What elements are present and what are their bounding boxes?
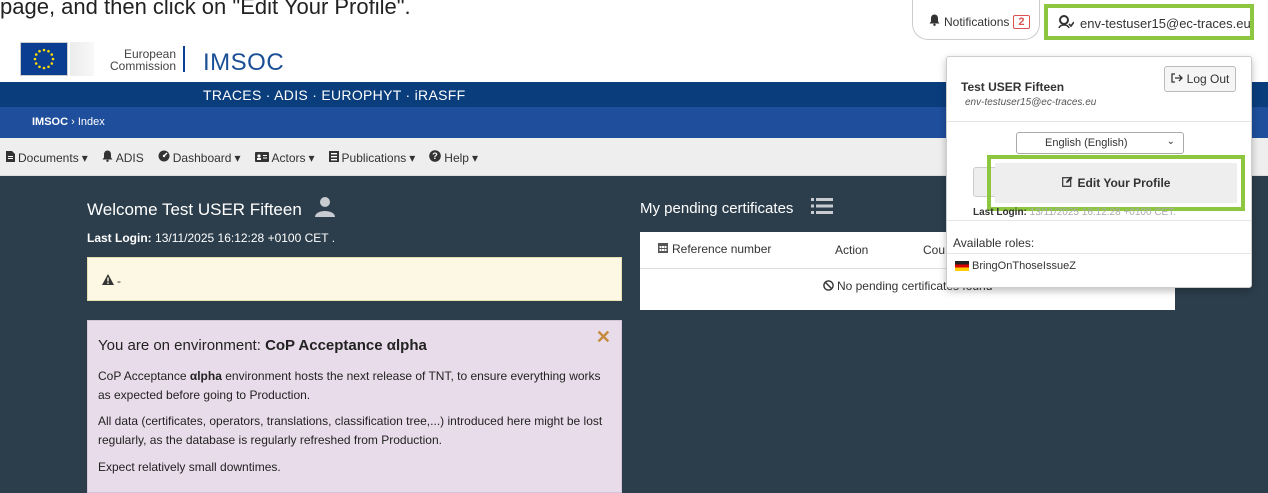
document-icon: [6, 150, 15, 165]
menu-adis-label: ADIS: [115, 150, 144, 165]
welcome-title: Welcome Test USER Fifteen: [87, 199, 302, 219]
user-icon: [1058, 15, 1075, 32]
env-p1-bold: αlpha: [189, 369, 222, 383]
environment-paragraph-1: CoP Acceptance αlpha environment hosts t…: [98, 367, 608, 405]
environment-title-prefix: You are on environment:: [98, 337, 261, 354]
breadcrumb: IMSOC › Index: [32, 116, 105, 128]
dropdown-user-email: env-testuser15@ec-traces.eu: [965, 97, 1097, 108]
systems-links[interactable]: TRACES · ADIS · EUROPHYT · iRASFF: [203, 87, 465, 103]
warning-alert: -: [87, 257, 622, 301]
eu-flag-logo: [20, 42, 68, 76]
caret-down-icon: ▾: [234, 150, 241, 165]
menu-publications[interactable]: Publications ▾: [328, 150, 416, 165]
edit-profile-label: Edit Your Profile: [1077, 176, 1171, 190]
menu-actors[interactable]: Actors ▾: [254, 150, 315, 165]
list-icon: [811, 197, 834, 219]
menu-help-label: Help: [444, 150, 469, 165]
environment-paragraph-3: Expect relatively small downtimes.: [98, 460, 281, 474]
divider: [947, 220, 1251, 221]
org-name: European Commission: [104, 48, 176, 72]
caret-down-icon: ▾: [409, 150, 416, 165]
divider: [947, 121, 1251, 122]
caret-down-icon: ▾: [81, 150, 88, 165]
environment-paragraph-2: All data (certificates, operators, trans…: [98, 414, 603, 447]
menu-publications-label: Publications: [341, 150, 407, 165]
welcome-heading: Welcome Test USER Fifteen: [87, 196, 336, 223]
warning-text: -: [117, 274, 121, 288]
menu-documents-label: Documents: [18, 150, 79, 165]
column-country[interactable]: Cou: [923, 243, 945, 257]
sign-out-icon: [1170, 72, 1183, 86]
notifications-count-badge: 2: [1013, 14, 1030, 29]
environment-name: CoP Acceptance αlpha: [265, 337, 427, 354]
user-avatar-icon: [314, 196, 336, 223]
last-login-label: Last Login:: [87, 231, 152, 245]
menu-dashboard[interactable]: Dashboard ▾: [158, 150, 241, 165]
role-name: BringOnThoseIssueZ: [972, 260, 1076, 272]
pending-certificates-title: My pending certificates: [640, 199, 794, 217]
caret-down-icon: ▾: [308, 150, 315, 165]
edit-profile-button[interactable]: Edit Your Profile: [995, 163, 1237, 203]
app-title[interactable]: IMSOC: [203, 49, 284, 77]
last-login: Last Login: 13/11/2025 16:12:28 +0100 CE…: [87, 231, 335, 245]
menu-actors-label: Actors: [271, 150, 306, 165]
org-line2: Commission: [109, 59, 176, 73]
logout-button[interactable]: Log Out: [1164, 66, 1236, 92]
logo-shade: [70, 42, 94, 76]
dropdown-last-login-value: 13/11/2025 16:12:28 +0100 CET.: [1029, 207, 1176, 218]
user-email: env-testuser15@ec-traces.eu: [1080, 16, 1251, 31]
breadcrumb-separator: ›: [71, 116, 75, 128]
germany-flag-icon: [955, 261, 969, 271]
calendar-icon: [658, 242, 668, 256]
instruction-text: page, and then click on "Edit Your Profi…: [0, 0, 411, 19]
column-reference-number-label: Reference number: [672, 242, 772, 256]
notifications-button[interactable]: Notifications 2: [912, 0, 1040, 40]
question-icon: ?: [429, 150, 442, 165]
breadcrumb-current: Index: [77, 116, 105, 128]
menu-adis[interactable]: ADIS: [102, 150, 144, 165]
divider: [947, 253, 1251, 254]
menu-documents[interactable]: Documents ▾: [6, 150, 88, 165]
svg-text:?: ?: [433, 151, 439, 161]
id-card-icon: [254, 151, 269, 165]
env-p1-prefix: CoP Acceptance: [98, 369, 190, 383]
pending-certificates-heading: My pending certificates: [640, 197, 834, 219]
bell-icon: [102, 150, 113, 165]
chevron-down-icon: ⌄: [1166, 136, 1175, 147]
dashboard-icon: [158, 150, 170, 165]
ban-icon: [822, 279, 834, 293]
warning-icon: [102, 274, 114, 288]
dropdown-last-login: Last Login: 13/11/2025 16:12:28 +0100 CE…: [973, 207, 1176, 218]
last-login-value: 13/11/2025 16:12:28 +0100 CET .: [155, 231, 336, 245]
bell-icon: [929, 14, 940, 29]
language-select[interactable]: English (English) ⌄: [1016, 132, 1184, 154]
menu-dashboard-label: Dashboard: [172, 150, 232, 165]
role-item[interactable]: BringOnThoseIssueZ: [955, 260, 1076, 272]
column-reference-number[interactable]: Reference number: [658, 242, 771, 256]
available-roles-label: Available roles:: [953, 236, 1035, 250]
dropdown-last-login-label: Last Login:: [973, 207, 1027, 218]
column-action[interactable]: Action: [835, 243, 868, 257]
environment-notice: ✕ You are on environment: CoP Acceptance…: [87, 320, 622, 493]
caret-down-icon: ▾: [471, 150, 479, 165]
logo-divider: [183, 46, 185, 72]
publication-icon: [328, 150, 339, 165]
language-select-value: English (English): [1045, 137, 1128, 149]
dropdown-user-name: Test USER Fifteen: [961, 80, 1065, 94]
close-icon[interactable]: ✕: [596, 327, 611, 348]
menu-help[interactable]: ? Help ▾: [429, 150, 478, 165]
breadcrumb-root[interactable]: IMSOC: [32, 116, 68, 128]
notifications-label: Notifications: [944, 14, 1010, 29]
logout-label: Log Out: [1186, 72, 1230, 86]
environment-title: You are on environment: CoP Acceptance α…: [98, 337, 427, 354]
user-menu-button[interactable]: env-testuser15@ec-traces.eu: [1044, 4, 1254, 40]
user-dropdown-menu: Test USER Fifteen env-testuser15@ec-trac…: [946, 56, 1252, 288]
edit-icon: [1061, 176, 1073, 190]
